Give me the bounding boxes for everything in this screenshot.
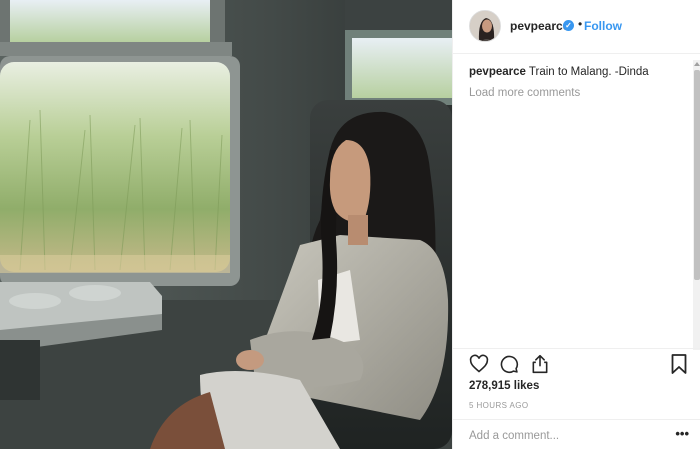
train-window-photo bbox=[0, 0, 452, 449]
bookmark-icon[interactable] bbox=[671, 354, 687, 379]
comments-scrollbar[interactable] bbox=[693, 60, 700, 350]
caption-username[interactable]: pevpearce bbox=[469, 66, 526, 78]
scrollbar-thumb[interactable] bbox=[694, 70, 700, 280]
share-icon[interactable] bbox=[530, 353, 550, 380]
post-side-panel: pevpearce ✓ • Follow pevpearce Train to … bbox=[452, 0, 700, 449]
post-photo[interactable] bbox=[0, 0, 452, 449]
likes-count[interactable]: 278,915 likes bbox=[469, 380, 539, 392]
avatar-image bbox=[470, 11, 500, 41]
scroll-up-arrow-icon[interactable] bbox=[694, 62, 700, 66]
comment-bubble-icon[interactable] bbox=[499, 354, 519, 379]
add-comment-bar: ••• bbox=[453, 419, 700, 450]
caption-text: Train to Malang. -Dinda bbox=[528, 66, 649, 78]
load-more-comments-button[interactable]: Load more comments bbox=[469, 87, 580, 99]
avatar[interactable] bbox=[469, 10, 501, 42]
header-separator: • bbox=[578, 17, 583, 31]
verified-check-icon: ✓ bbox=[563, 20, 574, 31]
comments-section: pevpearce Train to Malang. -Dinda Load m… bbox=[453, 54, 700, 350]
follow-button[interactable]: Follow bbox=[584, 19, 622, 33]
username-link[interactable]: pevpearce bbox=[510, 19, 569, 33]
more-options-icon[interactable]: ••• bbox=[675, 427, 689, 440]
action-bar bbox=[453, 348, 700, 381]
post-caption: pevpearce Train to Malang. -Dinda bbox=[469, 66, 649, 78]
post-header: pevpearce ✓ • Follow bbox=[453, 0, 700, 54]
add-comment-input[interactable] bbox=[469, 427, 659, 445]
heart-icon[interactable] bbox=[469, 354, 489, 379]
post-timestamp[interactable]: 5 HOURS AGO bbox=[469, 401, 529, 410]
